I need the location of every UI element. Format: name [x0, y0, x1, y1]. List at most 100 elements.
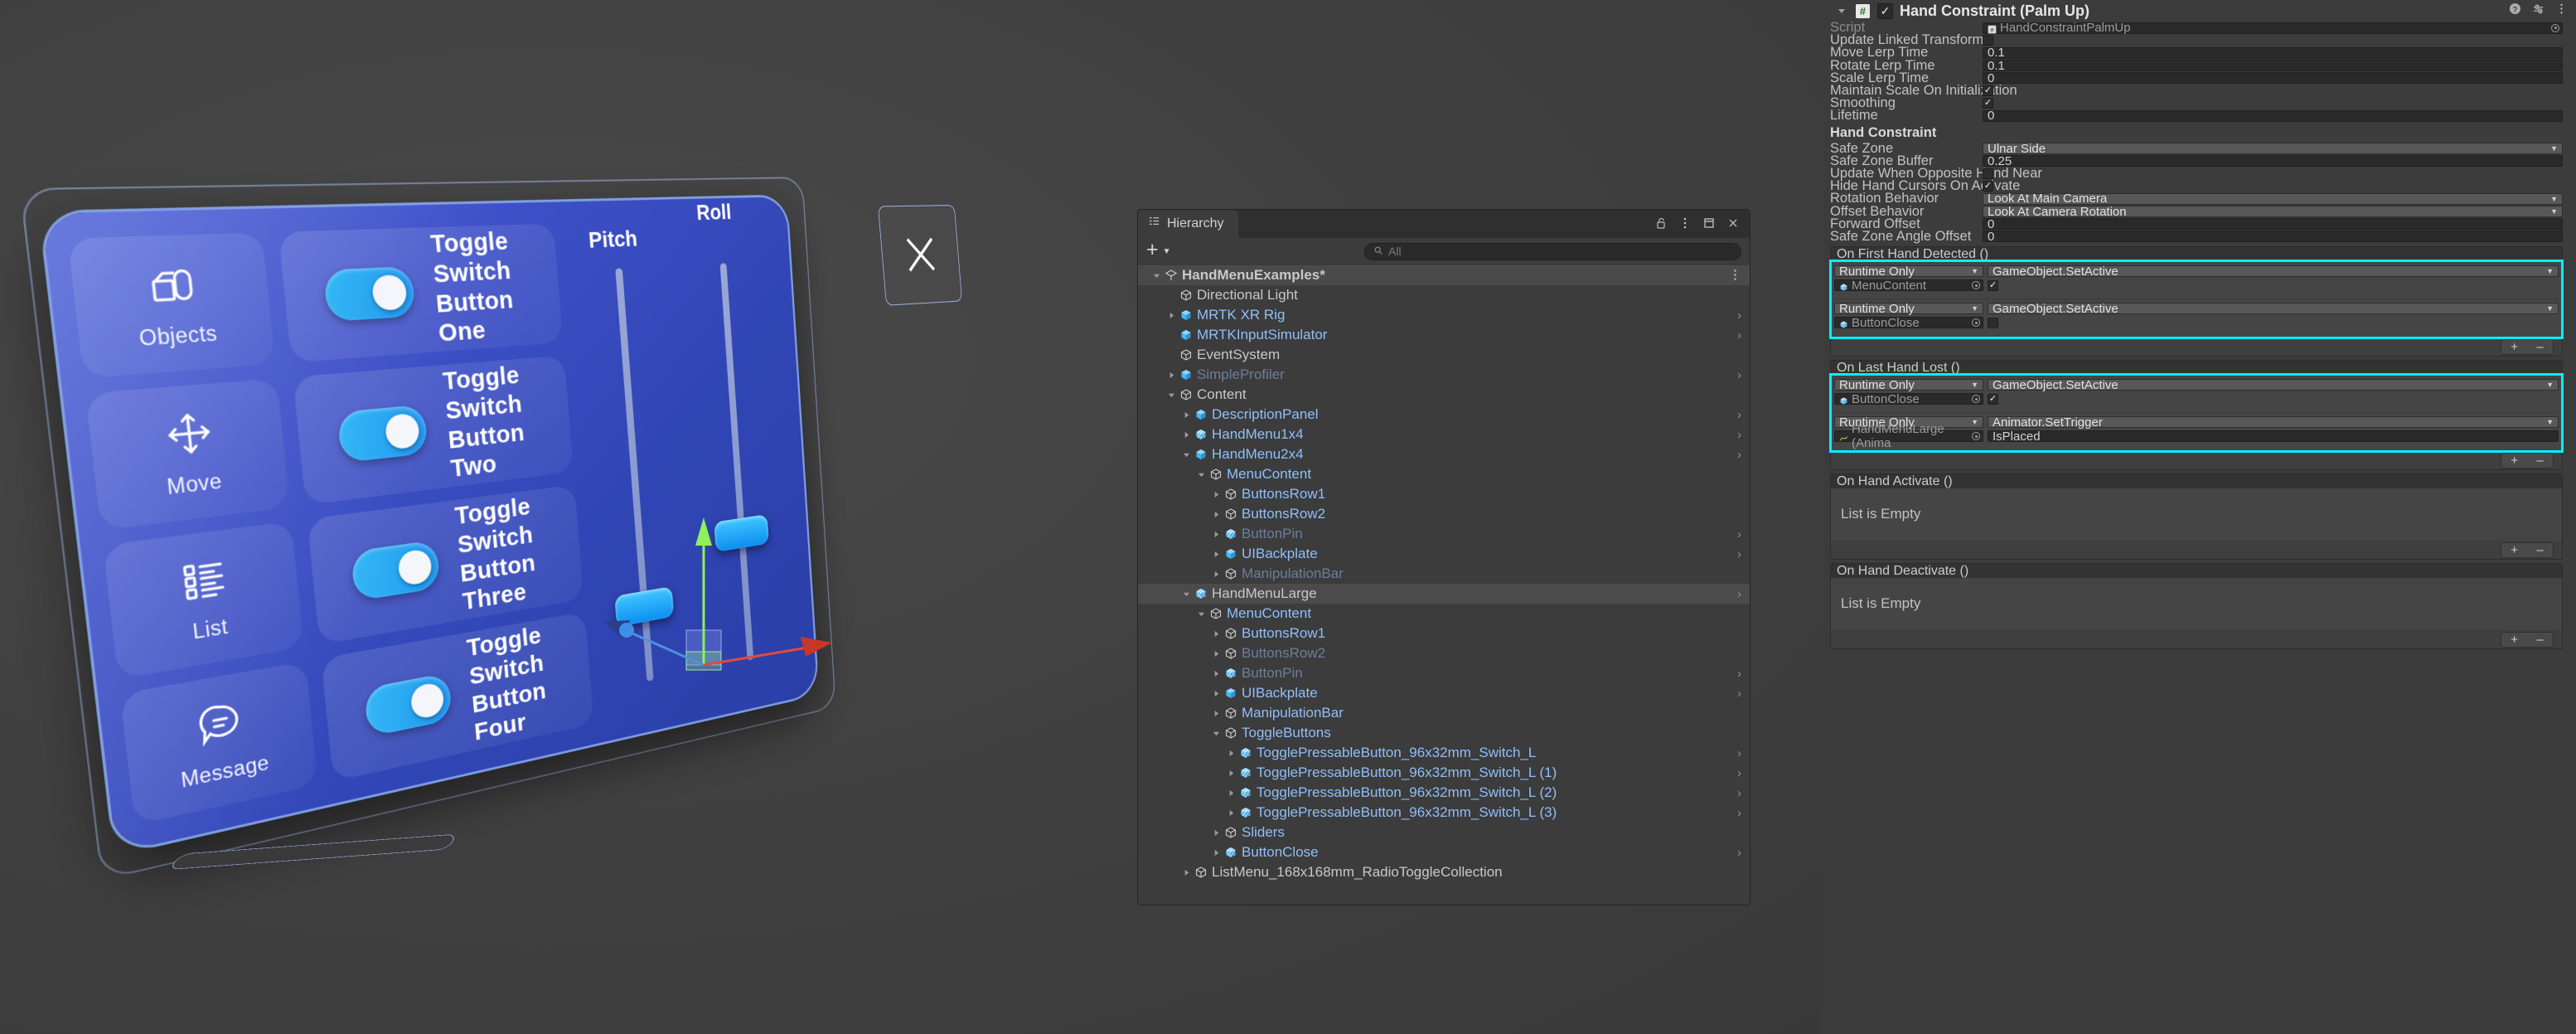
- hierarchy-row[interactable]: MRTKInputSimulator ›: [1138, 325, 1750, 345]
- event-mode-dropdown[interactable]: Runtime Only ▼: [1834, 378, 1983, 392]
- hierarchy-row[interactable]: ToggleButtons: [1138, 723, 1750, 743]
- event-arg-checkbox[interactable]: [1988, 317, 1998, 328]
- object-picker-icon[interactable]: [1972, 318, 1980, 327]
- lock-icon[interactable]: [1654, 216, 1668, 234]
- twirl-toggle[interactable]: [1209, 849, 1223, 857]
- property-checkbox[interactable]: ✓: [1983, 85, 1993, 97]
- chevron-right-icon[interactable]: ›: [1737, 587, 1741, 601]
- property-text-input[interactable]: 0.25: [1983, 154, 2563, 168]
- event-arg-checkbox[interactable]: ✓: [1988, 393, 1998, 405]
- object-picker-icon[interactable]: [1972, 281, 1980, 289]
- twirl-toggle[interactable]: [1209, 670, 1223, 677]
- property-text-input[interactable]: 0: [1983, 230, 2563, 244]
- chevron-right-icon[interactable]: ›: [1737, 746, 1741, 760]
- hierarchy-row[interactable]: MenuContent: [1138, 464, 1750, 484]
- object-picker-icon[interactable]: [1972, 432, 1980, 440]
- chevron-right-icon[interactable]: ›: [1737, 408, 1741, 422]
- twirl-toggle[interactable]: [1224, 809, 1237, 817]
- toggle-row[interactable]: Toggle Switch Button One: [278, 223, 564, 363]
- kebab-menu-icon[interactable]: [2555, 2, 2568, 19]
- hierarchy-row[interactable]: TogglePressableButton_96x32mm_Switch_L (…: [1138, 763, 1750, 783]
- tab-hierarchy[interactable]: Hierarchy: [1138, 210, 1239, 238]
- remove-event-button[interactable]: –: [2536, 543, 2543, 557]
- twirl-toggle[interactable]: [1179, 590, 1193, 598]
- event-function-dropdown[interactable]: Animator.SetTrigger ▼: [1988, 415, 2559, 430]
- hierarchy-row[interactable]: MenuContent: [1138, 604, 1750, 624]
- chevron-right-icon[interactable]: ›: [1737, 308, 1741, 323]
- twirl-toggle[interactable]: [1209, 630, 1223, 638]
- twirl-toggle[interactable]: [1165, 391, 1178, 399]
- transform-gizmo[interactable]: [572, 506, 854, 738]
- chevron-right-icon[interactable]: ›: [1737, 328, 1741, 342]
- object-picker-icon[interactable]: [1972, 395, 1980, 403]
- hierarchy-row[interactable]: ButtonPin ›: [1138, 663, 1750, 683]
- twirl-toggle[interactable]: [1209, 491, 1223, 498]
- event-add-remove-buttons[interactable]: + –: [2501, 452, 2554, 468]
- hierarchy-row[interactable]: ButtonsRow2: [1138, 504, 1750, 524]
- event-function-dropdown[interactable]: GameObject.SetActive ▼: [1988, 265, 2559, 279]
- help-icon[interactable]: ?: [2509, 2, 2521, 19]
- toggle-switch[interactable]: [350, 539, 441, 601]
- twirl-toggle[interactable]: [1209, 829, 1223, 837]
- component-enabled-checkbox[interactable]: ✓: [1877, 2, 1893, 19]
- event-target-object-field[interactable]: ButtonClose: [1834, 392, 1983, 406]
- hierarchy-row[interactable]: UIBackplate ›: [1138, 683, 1750, 703]
- close-icon[interactable]: [1726, 216, 1740, 234]
- hierarchy-row[interactable]: Directional Light: [1138, 285, 1750, 305]
- hierarchy-row[interactable]: HandMenu2x4 ›: [1138, 444, 1750, 464]
- hierarchy-row[interactable]: TogglePressableButton_96x32mm_Switch_L (…: [1138, 803, 1750, 823]
- hierarchy-row[interactable]: ButtonsRow1: [1138, 484, 1750, 504]
- hierarchy-row[interactable]: ButtonPin ›: [1138, 524, 1750, 544]
- event-arg-checkbox[interactable]: ✓: [1988, 279, 1998, 291]
- hierarchy-row[interactable]: MRTK XR Rig ›: [1138, 305, 1750, 325]
- remove-event-button[interactable]: –: [2536, 633, 2543, 647]
- twirl-toggle[interactable]: [1209, 551, 1223, 558]
- kebab-menu-icon[interactable]: ⋮: [1729, 269, 1741, 281]
- hierarchy-row[interactable]: HandMenuLarge ›: [1138, 584, 1750, 604]
- hierarchy-panel[interactable]: Hierarchy + ▼ All HandMenuExamples* ⋮ Di…: [1137, 209, 1750, 905]
- preset-icon[interactable]: [2532, 2, 2545, 19]
- hierarchy-row[interactable]: Content: [1138, 385, 1750, 405]
- event-target-object-field[interactable]: MenuContent: [1834, 279, 1983, 293]
- twirl-toggle[interactable]: [1209, 511, 1223, 518]
- hierarchy-row[interactable]: ButtonClose ›: [1138, 842, 1750, 862]
- property-checkbox[interactable]: ✓: [1983, 98, 1993, 109]
- hierarchy-row[interactable]: ButtonsRow1: [1138, 624, 1750, 643]
- twirl-toggle[interactable]: [1179, 411, 1193, 419]
- toggle-switch[interactable]: [363, 672, 453, 737]
- rail-button-list[interactable]: List: [103, 521, 304, 680]
- property-text-input[interactable]: 0: [1983, 217, 2563, 231]
- hierarchy-row[interactable]: HandMenuExamples* ⋮: [1138, 265, 1750, 285]
- kebab-menu-icon[interactable]: [1678, 216, 1692, 234]
- hierarchy-row[interactable]: ListMenu_168x168mm_RadioToggleCollection: [1138, 862, 1750, 882]
- twirl-toggle[interactable]: [1209, 650, 1223, 658]
- event-function-dropdown[interactable]: GameObject.SetActive ▼: [1988, 378, 2559, 392]
- hierarchy-row[interactable]: ButtonsRow2: [1138, 643, 1750, 663]
- component-header[interactable]: # ✓ Hand Constraint (Palm Up) ?: [1823, 0, 2576, 22]
- chevron-right-icon[interactable]: ›: [1737, 448, 1741, 462]
- hierarchy-tree[interactable]: HandMenuExamples* ⋮ Directional Light MRTK …: [1138, 265, 1750, 905]
- chevron-right-icon[interactable]: ›: [1737, 806, 1741, 820]
- twirl-toggle[interactable]: [1209, 710, 1223, 717]
- twirl-toggle[interactable]: [1165, 312, 1178, 319]
- property-dropdown[interactable]: Look At Camera Rotation ▼: [1983, 205, 2563, 219]
- twirl-toggle[interactable]: [1224, 769, 1237, 777]
- maximize-icon[interactable]: [1702, 216, 1716, 234]
- chevron-down-icon[interactable]: [1835, 7, 1848, 15]
- add-event-button[interactable]: +: [2511, 454, 2518, 468]
- event-arg-input[interactable]: IsPlaced: [1988, 430, 2559, 444]
- twirl-toggle[interactable]: [1179, 869, 1193, 876]
- add-gameobject-button[interactable]: + ▼: [1146, 240, 1171, 260]
- event-function-dropdown[interactable]: GameObject.SetActive ▼: [1988, 302, 2559, 316]
- property-text-input[interactable]: 0.1: [1983, 46, 2563, 60]
- chevron-right-icon[interactable]: ›: [1737, 368, 1741, 382]
- twirl-toggle[interactable]: [1165, 371, 1178, 379]
- hierarchy-row[interactable]: ManipulationBar: [1138, 564, 1750, 584]
- hierarchy-row[interactable]: SimpleProfiler ›: [1138, 365, 1750, 385]
- hierarchy-row[interactable]: ManipulationBar: [1138, 703, 1750, 723]
- chevron-right-icon[interactable]: ›: [1737, 687, 1741, 701]
- twirl-toggle[interactable]: [1224, 750, 1237, 757]
- rail-button-message[interactable]: Message: [119, 661, 318, 825]
- twirl-toggle[interactable]: [1209, 690, 1223, 697]
- object-picker-icon[interactable]: [2551, 23, 2559, 32]
